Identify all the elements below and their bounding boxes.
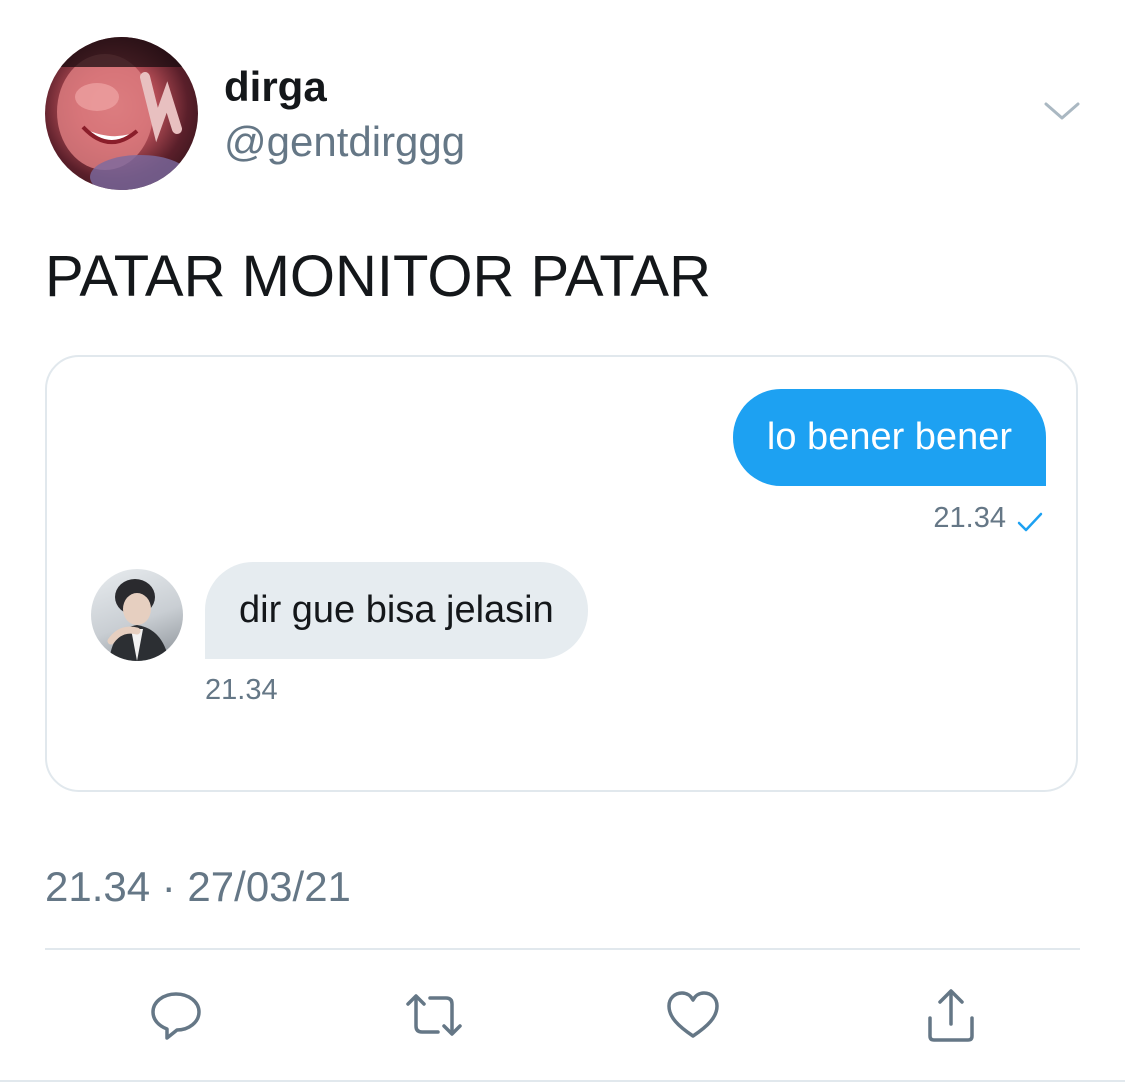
chevron-down-icon[interactable] <box>1042 96 1082 126</box>
divider <box>45 948 1080 950</box>
dm-screenshot-card: lo bener bener 21.34 dir gue bisa jelasi… <box>45 355 1078 792</box>
outgoing-message-bubble: lo bener bener <box>732 389 1046 486</box>
outgoing-message-time: 21.34 <box>933 502 1006 534</box>
retweet-icon[interactable] <box>402 986 462 1044</box>
author-avatar-image <box>45 37 198 190</box>
sender-avatar <box>91 569 183 661</box>
like-icon[interactable] <box>664 986 722 1044</box>
check-icon <box>1016 507 1044 532</box>
author-avatar[interactable] <box>45 37 198 190</box>
sender-avatar-image <box>107 579 169 661</box>
outgoing-message-meta: 21.34 <box>933 500 1044 536</box>
reply-icon[interactable] <box>147 986 205 1044</box>
incoming-message-time: 21.34 <box>205 674 278 706</box>
share-icon[interactable] <box>922 986 980 1044</box>
tweet-text: PATAR MONITOR PATAR <box>45 244 711 309</box>
author-display-name[interactable]: dirga <box>224 62 327 112</box>
tweet-timestamp[interactable]: 21.34 · 27/03/21 <box>45 862 351 912</box>
author-handle[interactable]: @gentdirggg <box>224 117 465 167</box>
incoming-message-bubble: dir gue bisa jelasin <box>205 562 588 659</box>
